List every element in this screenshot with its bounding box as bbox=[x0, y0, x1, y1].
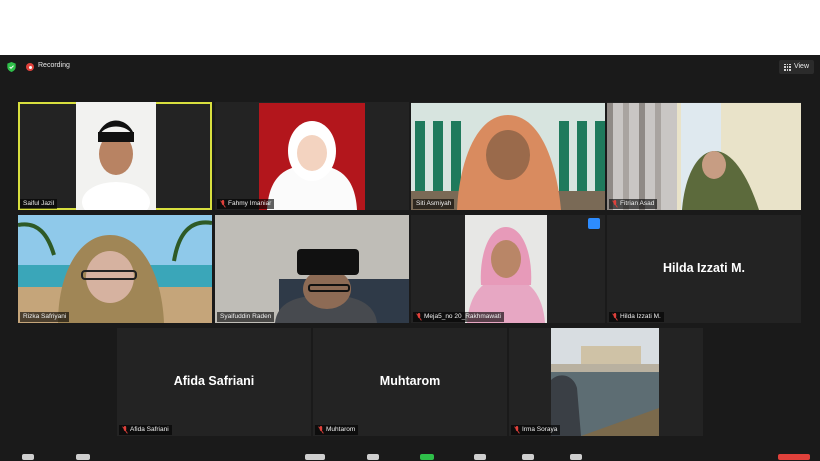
video-tile-irma-soraya[interactable]: Irma Soraya bbox=[509, 328, 703, 436]
video-tile-siti-asmiyah[interactable]: Siti Asmiyah bbox=[411, 102, 605, 210]
reactions-button[interactable] bbox=[522, 454, 534, 460]
video-tile-fahmy-imaniar[interactable]: Fahmy Imaniar bbox=[215, 102, 409, 210]
participant-name: Meja5_no 20_Rakhmawati bbox=[413, 312, 504, 322]
top-bar: Recording View bbox=[0, 55, 820, 79]
participant-video bbox=[465, 215, 547, 323]
recording-label: Recording bbox=[38, 62, 70, 69]
mute-button[interactable] bbox=[22, 454, 34, 460]
participant-name: Rizka Safriyani bbox=[20, 312, 70, 322]
participant-name: Fahmy Imaniar bbox=[217, 199, 275, 209]
view-button-label: View bbox=[793, 63, 809, 70]
recording-icon bbox=[26, 63, 34, 71]
meeting-toolbar bbox=[0, 452, 820, 461]
participant-name: Irma Soraya bbox=[511, 425, 561, 435]
participant-video bbox=[76, 102, 156, 210]
participant-name: Saiful Jazil bbox=[20, 199, 58, 209]
stop-video-button[interactable] bbox=[76, 454, 90, 460]
share-screen-button[interactable] bbox=[420, 454, 434, 460]
view-button[interactable]: View bbox=[778, 60, 814, 74]
video-tile-hilda-izzati[interactable]: Hilda Izzati M. Hilda Izzati M. bbox=[607, 215, 801, 323]
mic-muted-icon bbox=[318, 426, 324, 434]
participant-name: Muhtarom bbox=[315, 425, 359, 435]
participant-display-name: Muhtarom bbox=[379, 374, 441, 388]
participant-video bbox=[259, 103, 365, 210]
video-tile-fitrian-asad[interactable]: Fitrian Asad bbox=[607, 102, 801, 210]
video-tile-saiful-jazil[interactable]: Saiful Jazil bbox=[18, 102, 212, 210]
participant-video bbox=[551, 328, 659, 436]
video-tile-rizka-safriyani[interactable]: Rizka Safriyani bbox=[18, 215, 212, 323]
participant-name: Afida Safriani bbox=[119, 425, 172, 435]
video-tile-afida-safriani[interactable]: Afida Safriani Afida Safriani bbox=[117, 328, 311, 436]
camera-indicator-icon[interactable] bbox=[588, 218, 600, 229]
mic-muted-icon bbox=[612, 313, 618, 321]
mic-muted-icon bbox=[514, 426, 520, 434]
more-button[interactable] bbox=[570, 454, 582, 460]
video-tile-muhtarom[interactable]: Muhtarom Muhtarom bbox=[313, 328, 507, 436]
participant-name: Fitrian Asad bbox=[609, 199, 658, 209]
mic-muted-icon bbox=[220, 200, 226, 208]
mic-muted-icon bbox=[416, 313, 422, 321]
participant-display-name: Hilda Izzati M. bbox=[663, 261, 745, 275]
participant-name: Hilda Izzati M. bbox=[609, 312, 664, 322]
participant-video bbox=[18, 215, 212, 323]
video-tile-rakhmawati[interactable]: Meja5_no 20_Rakhmawati bbox=[411, 215, 605, 323]
participant-video bbox=[607, 103, 801, 210]
participants-button[interactable] bbox=[305, 454, 325, 460]
meeting-window: Recording View Saiful Jazil Fahmy Imania… bbox=[0, 55, 820, 461]
end-meeting-button[interactable] bbox=[778, 454, 810, 460]
shield-icon[interactable] bbox=[7, 62, 16, 72]
mic-muted-icon bbox=[612, 200, 618, 208]
record-button[interactable] bbox=[474, 454, 486, 460]
participant-video bbox=[215, 215, 409, 323]
participant-name: Siti Asmiyah bbox=[413, 199, 455, 209]
video-tile-syaifuddin-raden[interactable]: Syaifuddin Raden bbox=[215, 215, 409, 323]
participant-display-name: Afida Safriani bbox=[173, 374, 255, 388]
mic-muted-icon bbox=[122, 426, 128, 434]
participant-name: Syaifuddin Raden bbox=[217, 312, 275, 322]
grid-view-icon bbox=[783, 63, 791, 71]
chat-button[interactable] bbox=[367, 454, 379, 460]
participant-video bbox=[411, 103, 605, 210]
